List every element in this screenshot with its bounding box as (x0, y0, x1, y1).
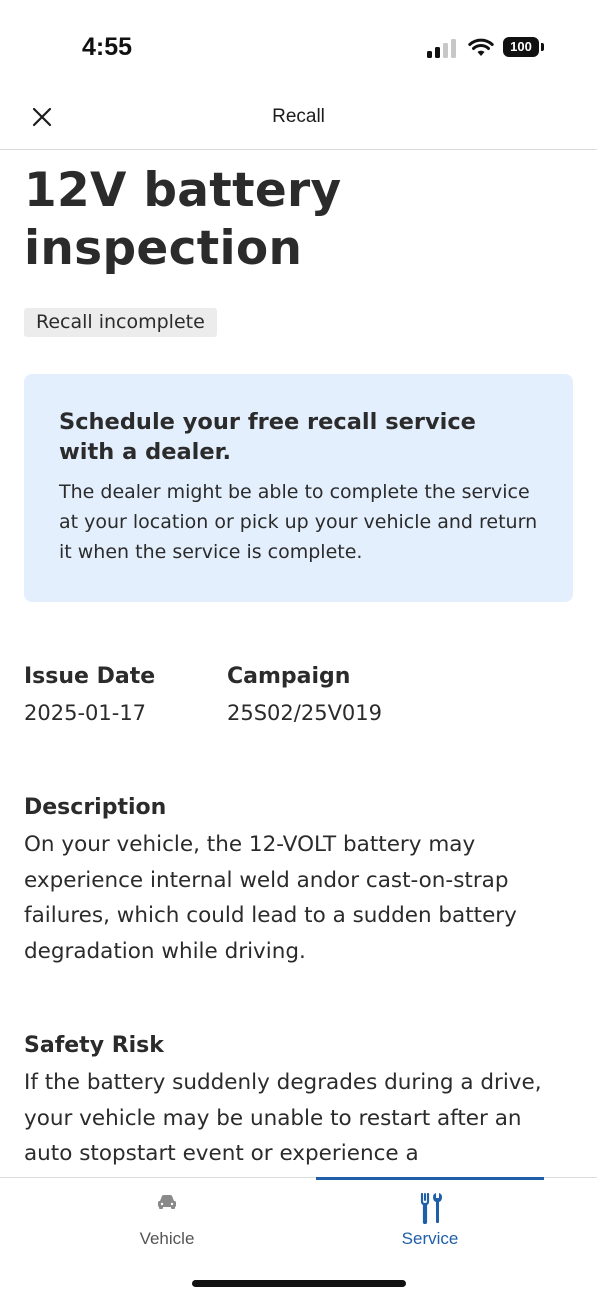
tab-service-label: Service (401, 1229, 459, 1248)
home-indicator[interactable] (192, 1280, 406, 1287)
page-header-title: Recall (272, 106, 325, 127)
safety-risk-text: If the battery suddenly degrades during … (24, 1070, 542, 1166)
info-card-heading: Schedule your free recall service with a… (59, 409, 476, 465)
campaign-value: 25S02/25V019 (227, 701, 383, 725)
tab-vehicle[interactable]: Vehicle (47, 1178, 287, 1258)
tab-service[interactable]: Service (310, 1178, 550, 1258)
status-bar: 4:55 100 (0, 0, 597, 95)
description-text: On your vehicle, the 12-VOLT battery may… (24, 832, 517, 964)
cellular-signal-icon (427, 38, 459, 58)
battery-icon: 100 (503, 37, 539, 57)
tab-vehicle-label: Vehicle (139, 1229, 195, 1248)
schedule-info-card: Schedule your free recall service with a… (24, 374, 573, 602)
status-badge: Recall incomplete (24, 308, 217, 337)
issue-date-label: Issue Date (24, 664, 156, 689)
car-icon (158, 1195, 176, 1209)
issue-date-value: 2025-01-17 (24, 701, 147, 725)
description-heading: Description (24, 795, 167, 820)
nav-header: Recall (0, 95, 597, 150)
wifi-icon (468, 38, 494, 56)
safety-risk-heading: Safety Risk (24, 1033, 164, 1058)
tools-icon (420, 1192, 442, 1224)
battery-tip (541, 43, 544, 51)
info-card-body: The dealer might be able to complete the… (59, 481, 538, 563)
status-time: 4:55 (82, 33, 133, 61)
recall-title: 12V battery inspection (24, 163, 342, 276)
recall-detail-content[interactable]: 12V battery inspection Recall incomplete… (0, 150, 597, 1177)
campaign-label: Campaign (227, 664, 351, 689)
